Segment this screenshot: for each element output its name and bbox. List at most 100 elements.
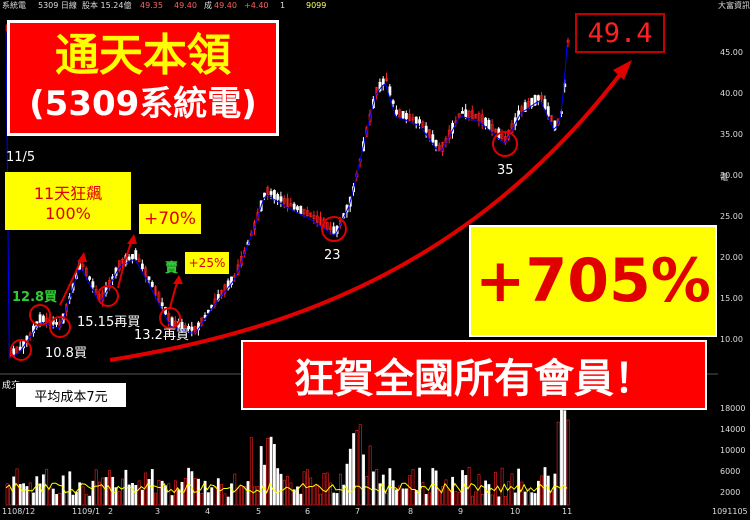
sell-label: 賣 bbox=[165, 261, 179, 276]
volume-bar bbox=[220, 484, 224, 506]
candle-body bbox=[391, 100, 395, 104]
volume-bar bbox=[299, 493, 303, 506]
volume-bar bbox=[414, 490, 418, 506]
candle-body bbox=[88, 276, 92, 280]
volume-bar bbox=[437, 489, 441, 506]
candle-body bbox=[269, 191, 273, 195]
volume-bar bbox=[65, 491, 68, 506]
candle-body bbox=[134, 250, 138, 261]
ytick-price: 15.00 bbox=[720, 294, 743, 303]
volume-bar bbox=[464, 475, 468, 506]
volume-bar bbox=[81, 486, 85, 506]
title-banner: 通天本領 (5309系統電) bbox=[7, 20, 279, 136]
xtick: 8 bbox=[408, 507, 414, 516]
volume-bar bbox=[332, 492, 336, 506]
candle-body bbox=[55, 322, 59, 325]
volume-bar bbox=[385, 492, 389, 506]
volume-bar bbox=[187, 467, 191, 506]
volume-bar bbox=[358, 424, 362, 506]
candle-body bbox=[536, 95, 540, 101]
volume-bar bbox=[302, 471, 306, 506]
volume-bar bbox=[480, 493, 484, 506]
xtick: 1108/12 bbox=[2, 507, 36, 516]
volume-bar bbox=[68, 471, 72, 506]
volume-bar bbox=[315, 484, 319, 506]
candle-body bbox=[424, 125, 428, 133]
volume-bar bbox=[335, 493, 339, 506]
volume-bar bbox=[395, 489, 398, 506]
xtick: 1091105 bbox=[712, 507, 748, 516]
xtick: 6 bbox=[305, 507, 311, 516]
candle-body bbox=[388, 86, 392, 96]
candle-body bbox=[160, 302, 164, 306]
volume-bar bbox=[418, 467, 422, 506]
volume-bar bbox=[536, 480, 540, 506]
volume-bar bbox=[249, 437, 253, 506]
volume-bar bbox=[503, 496, 507, 506]
label-11days: 11天狂飆 100% bbox=[5, 172, 131, 230]
candle-body bbox=[332, 226, 336, 235]
title-sub: (5309系統電) bbox=[29, 84, 257, 124]
volume-bar bbox=[236, 487, 240, 506]
volume-bar bbox=[434, 470, 438, 506]
volume-bar bbox=[272, 443, 276, 506]
volume-bar bbox=[207, 492, 210, 506]
candle-body bbox=[299, 205, 303, 214]
ytick-price: 35.00 bbox=[720, 130, 743, 139]
candle-body bbox=[127, 256, 131, 260]
volume-bar bbox=[487, 484, 491, 506]
candle-body bbox=[418, 119, 422, 124]
xtick: 2 bbox=[108, 507, 114, 516]
buy-label-10-8: 10.8買 bbox=[45, 346, 87, 361]
volume-bar bbox=[263, 464, 266, 506]
volume-bar bbox=[256, 486, 260, 506]
ytick-price: 30.00 bbox=[720, 171, 743, 180]
volume-bar bbox=[28, 482, 32, 506]
volume-bar bbox=[523, 491, 527, 506]
volume-bar bbox=[454, 491, 458, 506]
volume-bar bbox=[266, 437, 270, 506]
candle-body bbox=[272, 190, 276, 200]
volume-bar bbox=[322, 473, 326, 506]
candle-body bbox=[546, 106, 550, 117]
candle-body bbox=[381, 78, 385, 86]
candle-body bbox=[414, 116, 418, 124]
volume-bar bbox=[259, 446, 263, 506]
volume-bar bbox=[117, 491, 121, 506]
mark-35: 35 bbox=[497, 163, 514, 178]
candle-body bbox=[292, 203, 296, 210]
label-11days-line1: 11天狂飆 bbox=[33, 183, 103, 203]
volume-bar bbox=[279, 473, 283, 506]
volume-bar bbox=[75, 491, 78, 506]
volume-bar bbox=[520, 481, 524, 506]
label-70: +70% bbox=[139, 204, 201, 234]
candle-body bbox=[91, 281, 95, 288]
volume-bar bbox=[104, 477, 108, 506]
volume-bar bbox=[71, 494, 75, 506]
volume-bar bbox=[213, 485, 217, 506]
label-11days-line2: 100% bbox=[45, 203, 91, 223]
volume-bar bbox=[223, 493, 227, 506]
volume-bar bbox=[348, 448, 352, 506]
volume-bar bbox=[404, 488, 408, 506]
mark-23: 23 bbox=[324, 248, 341, 263]
volume-bar bbox=[497, 496, 501, 506]
volume-bar bbox=[197, 478, 200, 506]
ytick-price: 40.00 bbox=[720, 89, 743, 98]
volume-bar bbox=[282, 479, 286, 506]
volume-bar bbox=[51, 488, 55, 506]
volume-bar bbox=[134, 484, 138, 506]
volume-bars-group bbox=[5, 406, 570, 506]
xtick: 5 bbox=[256, 507, 262, 516]
volume-bar bbox=[457, 492, 461, 506]
volume-bar bbox=[447, 489, 451, 506]
volume-bar bbox=[289, 482, 293, 506]
date-label: 11/5 bbox=[6, 150, 36, 165]
volume-bar bbox=[474, 491, 478, 506]
volume-bar bbox=[32, 492, 35, 506]
volume-bar bbox=[510, 473, 514, 506]
volume-bar bbox=[167, 483, 171, 506]
volume-bar bbox=[513, 492, 517, 506]
xtick: 7 bbox=[355, 507, 361, 516]
volume-bar bbox=[428, 492, 431, 506]
